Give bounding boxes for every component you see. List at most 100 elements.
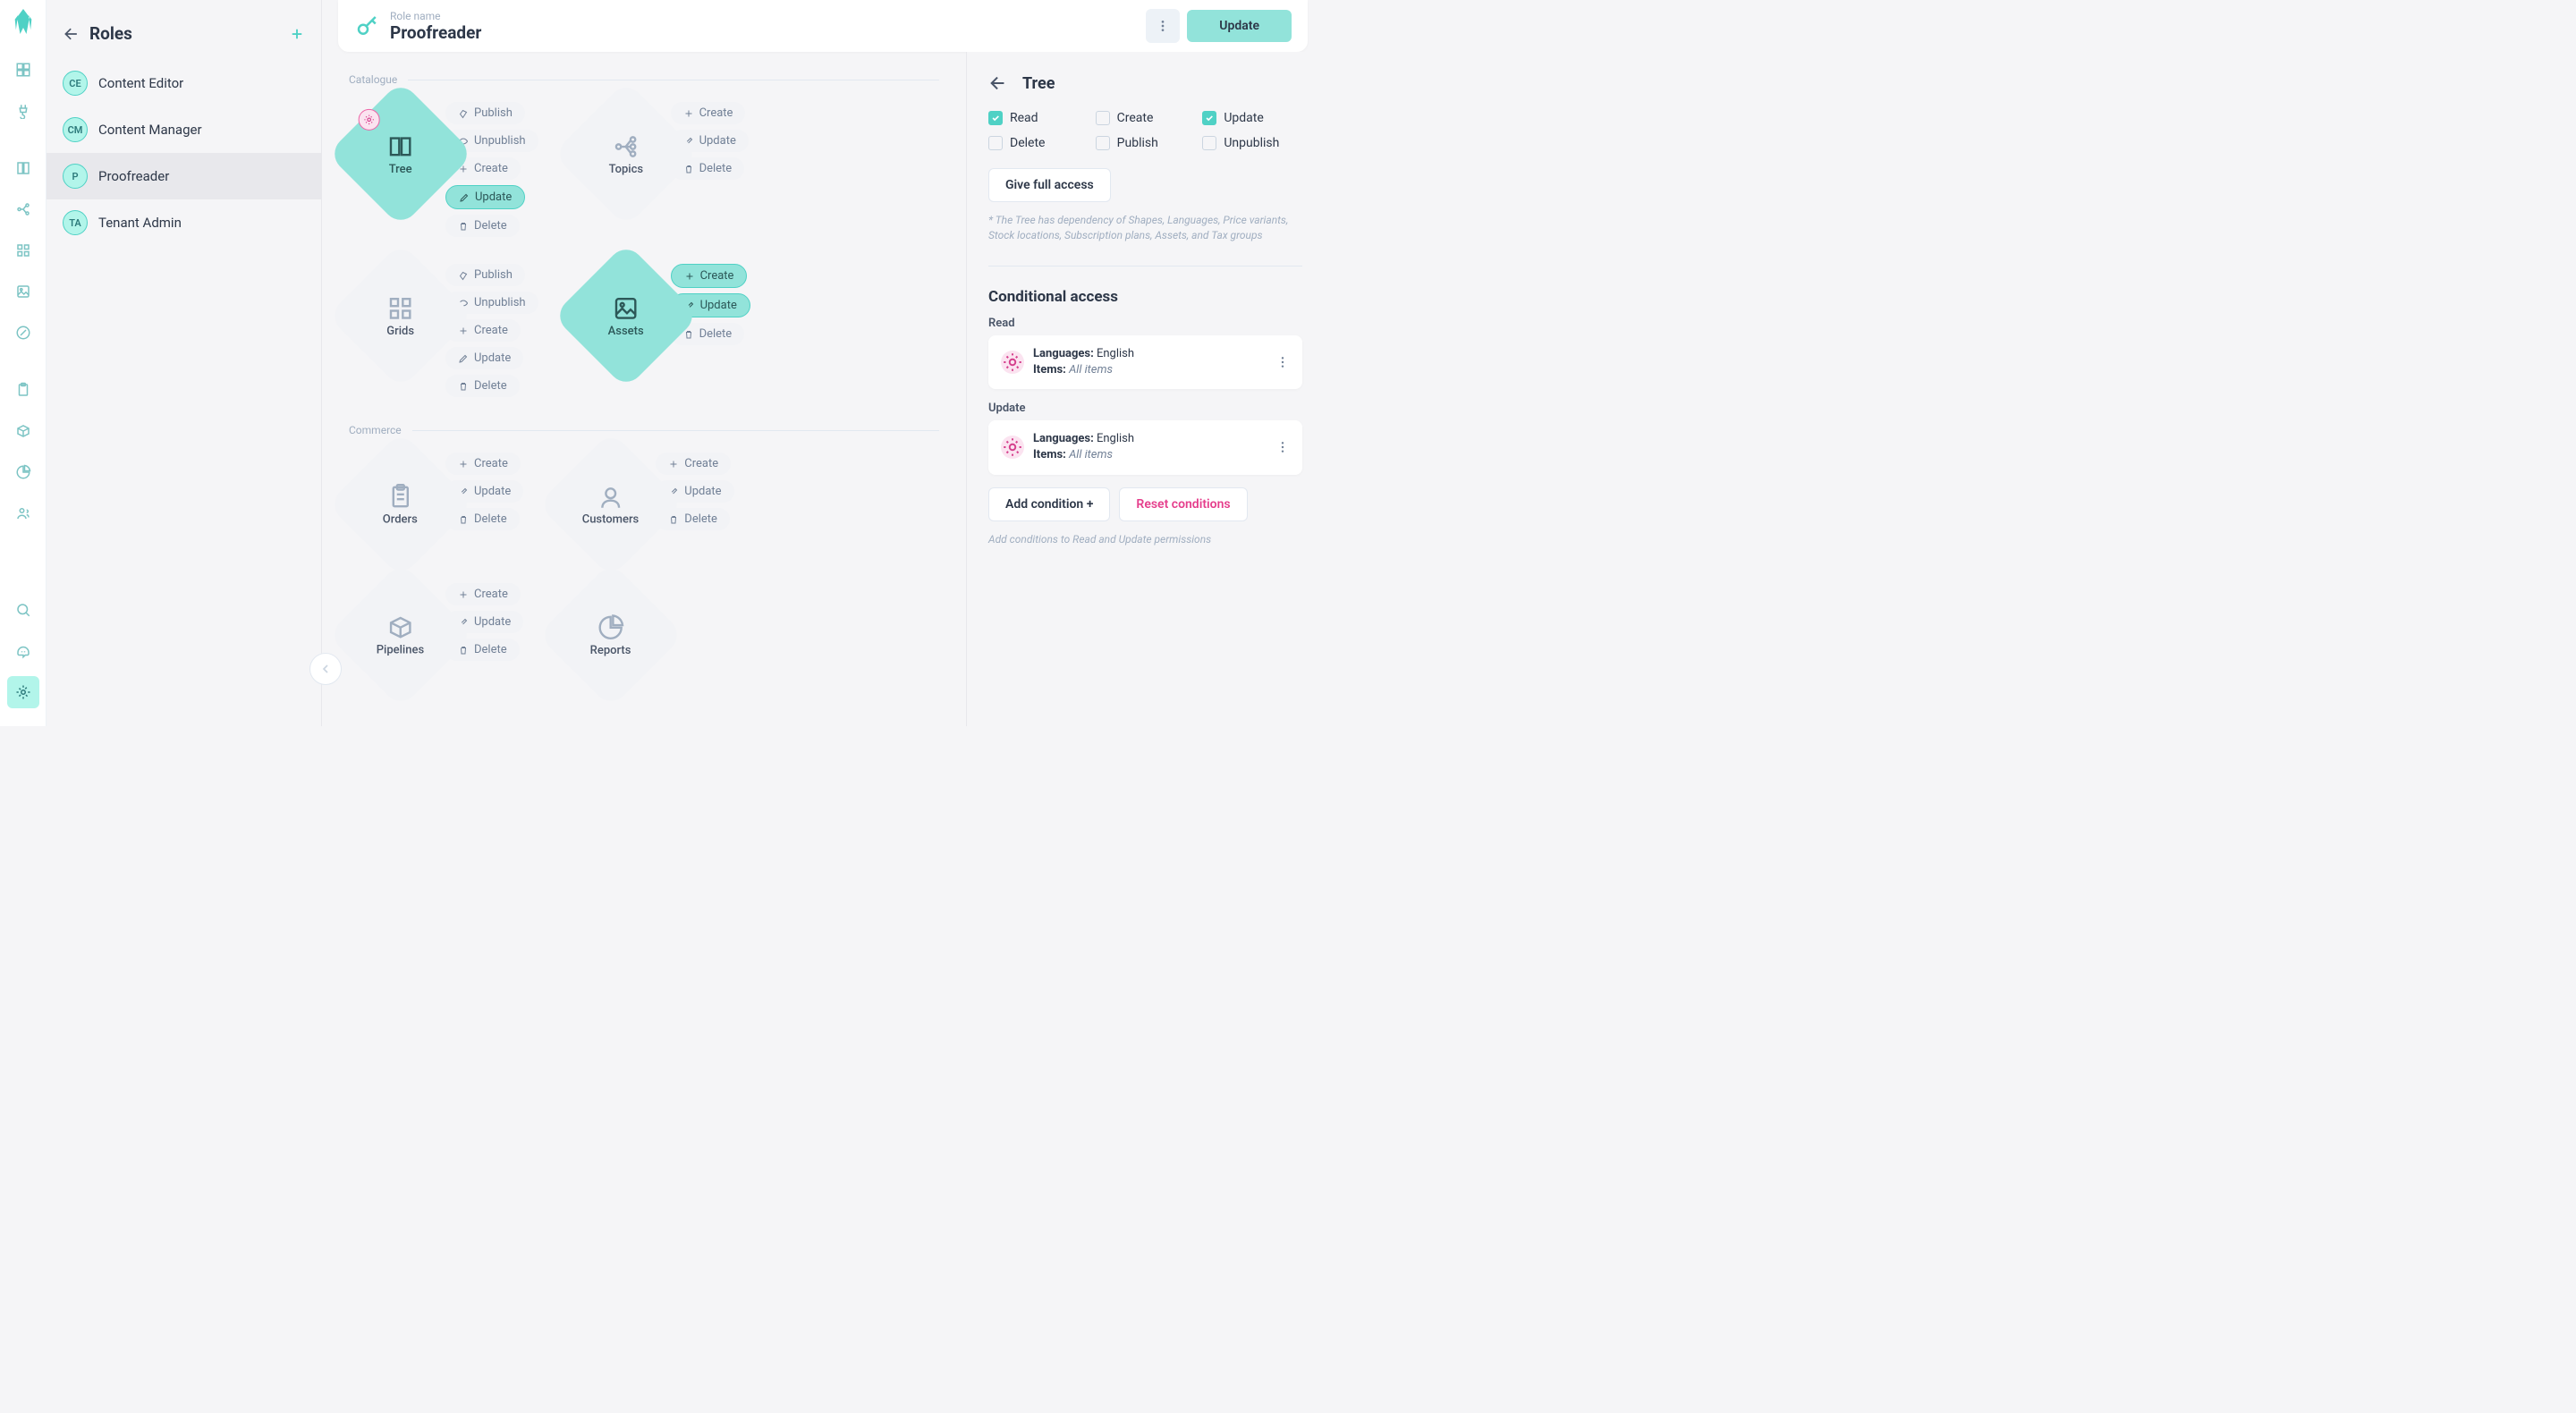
role-label: Role name <box>390 10 481 22</box>
diamond-label: Assets <box>608 324 644 337</box>
rail-discount-icon[interactable] <box>7 317 39 349</box>
check-read[interactable]: Read <box>988 111 1089 125</box>
divider <box>988 266 1302 267</box>
user-icon <box>597 482 625 511</box>
pill-create[interactable]: Create <box>671 264 748 288</box>
rail-chart-icon[interactable] <box>7 456 39 488</box>
permission-checks: Read Create Update Delete Publish Unpubl… <box>988 111 1302 150</box>
more-button[interactable] <box>1146 9 1180 43</box>
rail-book-icon[interactable] <box>7 152 39 184</box>
full-access-button[interactable]: Give full access <box>988 168 1111 202</box>
reset-conditions-button[interactable]: Reset conditions <box>1119 487 1247 521</box>
topics-icon <box>612 131 640 160</box>
ca-update-label: Update <box>988 402 1302 415</box>
rail-users-icon[interactable] <box>7 497 39 529</box>
pill-publish[interactable]: Publish <box>445 102 525 124</box>
pill-update[interactable]: Update <box>445 185 525 209</box>
role-title: Proofreader <box>390 22 481 43</box>
clipboard-icon <box>386 482 415 511</box>
back-icon[interactable] <box>63 25 80 43</box>
diamond-label: Orders <box>383 512 418 526</box>
image-icon <box>612 293 640 322</box>
perm-block-grids: Grids Publish Unpublish Create Update De… <box>349 264 538 397</box>
rail-language-icon[interactable] <box>7 635 39 667</box>
checkbox-icon <box>1096 136 1110 150</box>
condition-text: Languages: English Items: All items <box>1033 346 1134 378</box>
section-catalogue: Catalogue <box>349 73 939 86</box>
role-item[interactable]: CEContent Editor <box>47 60 321 106</box>
main-area: Role name Proofreader Update Catalogue T… <box>322 0 1324 726</box>
condition-menu-icon[interactable] <box>1275 440 1290 454</box>
check-unpublish[interactable]: Unpublish <box>1202 136 1302 150</box>
condition-icon <box>1001 351 1024 374</box>
role-item[interactable]: TATenant Admin <box>47 199 321 246</box>
check-publish[interactable]: Publish <box>1096 136 1196 150</box>
add-condition-button[interactable]: Add condition + <box>988 487 1110 521</box>
checkbox-icon <box>1096 111 1110 125</box>
diamond-label: Customers <box>583 512 640 526</box>
rail-settings-icon[interactable] <box>7 676 39 708</box>
role-item[interactable]: PProofreader <box>47 153 321 199</box>
icon-rail <box>0 0 47 726</box>
pill-publish[interactable]: Publish <box>445 264 525 286</box>
pill-update[interactable]: Update <box>445 347 523 369</box>
role-item[interactable]: CMContent Manager <box>47 106 321 153</box>
diamond-label: Tree <box>389 163 412 176</box>
book-icon <box>386 132 415 161</box>
condition-menu-icon[interactable] <box>1275 355 1290 369</box>
diamond-label: Grids <box>387 325 415 338</box>
checkbox-icon <box>988 136 1003 150</box>
role-avatar: TA <box>63 210 88 235</box>
pill-create[interactable]: Create <box>445 583 521 605</box>
rail-image-icon[interactable] <box>7 275 39 308</box>
perm-block-pipelines: Pipelines Create Update Delete <box>349 583 523 687</box>
canvas-prev-button[interactable] <box>309 653 342 685</box>
pill-create[interactable]: Create <box>671 102 746 124</box>
section-commerce: Commerce <box>349 424 939 436</box>
role-name: Proofreader <box>98 168 169 184</box>
rail-plug-icon[interactable] <box>7 95 39 127</box>
check-update[interactable]: Update <box>1202 111 1302 125</box>
check-delete[interactable]: Delete <box>988 136 1089 150</box>
condition-text: Languages: English Items: All items <box>1033 431 1134 463</box>
update-button[interactable]: Update <box>1187 10 1292 42</box>
rail-search-icon[interactable] <box>7 594 39 626</box>
ca-read-label: Read <box>988 317 1302 330</box>
box-icon <box>386 613 415 642</box>
grid-icon <box>386 294 415 323</box>
condition-badge-icon <box>359 109 380 131</box>
header-card: Role name Proofreader Update <box>338 0 1308 52</box>
pie-icon <box>597 613 625 641</box>
perm-block-tree: Tree Publish Unpublish Create Update Del… <box>349 102 538 237</box>
role-avatar: CM <box>63 117 88 142</box>
perm-block-assets: Assets Create Update Delete <box>574 264 750 397</box>
check-create[interactable]: Create <box>1096 111 1196 125</box>
dependency-hint: * The Tree has dependency of Shapes, Lan… <box>988 213 1302 244</box>
diamond-label: Topics <box>608 162 643 175</box>
diamond-label: Reports <box>590 643 631 656</box>
app-logo <box>11 9 36 38</box>
condition-card-update: Languages: English Items: All items <box>988 420 1302 474</box>
pill-delete[interactable]: Delete <box>445 215 520 237</box>
checkbox-icon <box>1202 111 1216 125</box>
rail-box-icon[interactable] <box>7 415 39 447</box>
sidebar-title: Roles <box>89 23 289 44</box>
key-icon <box>354 13 381 39</box>
diamond-reports[interactable]: Reports <box>538 562 684 708</box>
pill-create[interactable]: Create <box>445 453 521 475</box>
pill-delete[interactable]: Delete <box>445 375 520 397</box>
rail-clipboard-icon[interactable] <box>7 374 39 406</box>
add-role-icon[interactable] <box>289 26 305 42</box>
role-name: Content Editor <box>98 75 183 91</box>
rail-dashboard-icon[interactable] <box>7 54 39 86</box>
perm-block-reports: Reports <box>559 583 663 687</box>
rail-grid-icon[interactable] <box>7 234 39 267</box>
perm-block-topics: Topics Create Update Delete <box>574 102 749 237</box>
panel-back-icon[interactable] <box>988 73 1008 93</box>
conditional-title: Conditional access <box>988 288 1302 306</box>
condition-card-read: Languages: English Items: All items <box>988 335 1302 389</box>
rail-topics-icon[interactable] <box>7 193 39 225</box>
perm-block-customers: Customers Create Update Delete <box>559 453 733 556</box>
pill-create[interactable]: Create <box>656 453 731 475</box>
checkbox-icon <box>1202 136 1216 150</box>
